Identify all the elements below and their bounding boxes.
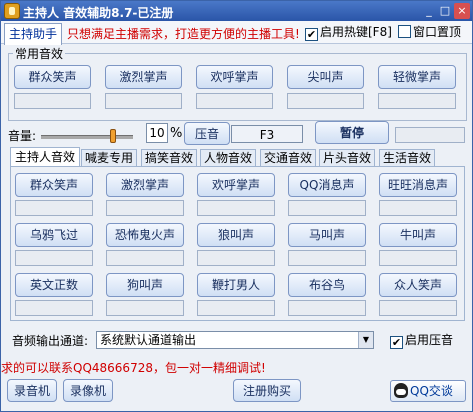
sound-hotkey-field[interactable] xyxy=(288,200,366,216)
chevron-down-icon[interactable]: ▼ xyxy=(358,332,373,348)
sound-hotkey-field[interactable] xyxy=(106,250,184,266)
sound-btn[interactable]: 欢呼掌声 xyxy=(197,173,275,197)
sound-hotkey-field[interactable] xyxy=(15,250,93,266)
close-icon[interactable]: × xyxy=(454,3,470,19)
volume-slider-track[interactable] xyxy=(41,135,133,139)
sound-btn[interactable]: QQ消息声 xyxy=(288,173,366,197)
common-btn-2[interactable]: 激烈掌声 xyxy=(105,65,182,89)
hotkey-toggle[interactable]: ✔ 启用热键[F8] xyxy=(305,24,392,41)
hotkey-checkbox[interactable]: ✔ xyxy=(305,28,318,41)
qq-icon xyxy=(394,383,408,398)
tab-host-sounds[interactable]: 主持人音效 xyxy=(10,147,80,167)
sound-hotkey-field[interactable] xyxy=(15,300,93,316)
common-hotkey-field[interactable] xyxy=(105,93,182,109)
common-btn-3[interactable]: 欢呼掌声 xyxy=(196,65,273,89)
sound-btn[interactable]: 旺旺消息声 xyxy=(379,173,457,197)
minimize-icon[interactable]: _ xyxy=(421,3,437,19)
volume-slider-thumb[interactable] xyxy=(109,129,116,143)
sound-hotkey-field[interactable] xyxy=(379,250,457,266)
tab-intro-sounds[interactable]: 片头音效 xyxy=(319,149,375,167)
hotkey-label: 启用热键[F8] xyxy=(320,25,392,39)
sound-hotkey-field[interactable] xyxy=(106,300,184,316)
ontop-label: 窗口置顶 xyxy=(413,25,462,39)
window-title: 主持人 音效辅助8.7-已注册 xyxy=(23,6,174,20)
volume-label: 音量: xyxy=(8,129,37,143)
volume-value-input[interactable]: 10 xyxy=(146,123,168,143)
tab-host-assistant[interactable]: 主持助手 xyxy=(4,23,62,45)
sound-hotkey-field[interactable] xyxy=(197,250,275,266)
app-icon xyxy=(4,3,20,19)
pause-button[interactable]: 暂停 xyxy=(315,121,389,144)
compress-toggle[interactable]: ✔ 启用压音 xyxy=(390,332,454,349)
common-btn-4[interactable]: 尖叫声 xyxy=(287,65,364,89)
common-btn-5[interactable]: 轻微掌声 xyxy=(378,65,456,89)
common-hotkey-field[interactable] xyxy=(14,93,91,109)
compress-checkbox[interactable]: ✔ xyxy=(390,336,403,349)
tab-traffic-sounds[interactable]: 交通音效 xyxy=(260,149,316,167)
maximize-icon[interactable]: □ xyxy=(437,3,453,19)
camera-button[interactable]: 录像机 xyxy=(63,379,113,402)
sound-btn[interactable]: 布谷鸟 xyxy=(288,273,366,297)
common-hotkey-field[interactable] xyxy=(378,93,456,109)
compress-hotkey-field[interactable]: F3 xyxy=(231,125,303,143)
sound-hotkey-field[interactable] xyxy=(379,300,457,316)
sound-hotkey-field[interactable] xyxy=(379,200,457,216)
sound-btn[interactable]: 马叫声 xyxy=(288,223,366,247)
volume-unit: % xyxy=(170,126,183,141)
sound-hotkey-field[interactable] xyxy=(288,300,366,316)
sound-btn[interactable]: 英文正数 xyxy=(15,273,93,297)
title-bar[interactable]: 主持人 音效辅助8.7-已注册 _ □ × xyxy=(1,1,472,21)
sound-hotkey-field[interactable] xyxy=(15,200,93,216)
sound-btn[interactable]: 乌鸦飞过 xyxy=(15,223,93,247)
ontop-toggle[interactable]: 窗口置顶 xyxy=(398,24,461,40)
sound-btn[interactable]: 恐怖鬼火声 xyxy=(106,223,184,247)
compress-button[interactable]: 压音 xyxy=(184,122,230,145)
sound-btn[interactable]: 群众笑声 xyxy=(15,173,93,197)
sound-btn[interactable]: 激烈掌声 xyxy=(106,173,184,197)
sound-btn[interactable]: 牛叫声 xyxy=(379,223,457,247)
pause-hotkey-field[interactable] xyxy=(395,127,465,143)
sound-btn[interactable]: 众人笑声 xyxy=(379,273,457,297)
sound-hotkey-field[interactable] xyxy=(106,200,184,216)
common-hotkey-field[interactable] xyxy=(196,93,273,109)
qq-chat-button[interactable]: QQ交谈 xyxy=(390,380,466,402)
compress-toggle-label: 启用压音 xyxy=(405,333,454,347)
tab-people-sounds[interactable]: 人物音效 xyxy=(200,149,256,167)
sound-btn[interactable]: 狼叫声 xyxy=(197,223,275,247)
tab-life-sounds[interactable]: 生活音效 xyxy=(379,149,435,167)
common-hotkey-field[interactable] xyxy=(287,93,364,109)
sound-hotkey-field[interactable] xyxy=(197,200,275,216)
output-select[interactable]: 系统默认通道输出 ▼ xyxy=(96,331,374,349)
tab-mc-sounds[interactable]: 喊麦专用 xyxy=(81,149,137,167)
sound-btn[interactable]: 鞭打男人 xyxy=(197,273,275,297)
common-sounds-title: 常用音效 xyxy=(13,45,66,62)
contact-text: 求的可以联系QQ48666728，包一对一精细调试! xyxy=(1,361,266,375)
sound-hotkey-field[interactable] xyxy=(288,250,366,266)
ontop-checkbox[interactable] xyxy=(398,25,411,38)
sound-btn[interactable]: 狗叫声 xyxy=(106,273,184,297)
register-button[interactable]: 注册购买 xyxy=(233,379,301,402)
sound-hotkey-field[interactable] xyxy=(197,300,275,316)
main-window: 主持人 音效辅助8.7-已注册 _ □ × 主持助手 只想满足主播需求，打造更方… xyxy=(0,0,473,412)
qq-chat-label: QQ交谈 xyxy=(410,384,453,398)
recorder-button[interactable]: 录音机 xyxy=(7,379,57,402)
output-selected-value: 系统默认通道输出 xyxy=(100,333,197,347)
output-label: 音频输出通道: xyxy=(12,334,89,348)
common-btn-1[interactable]: 群众笑声 xyxy=(14,65,91,89)
tab-funny-sounds[interactable]: 搞笑音效 xyxy=(141,149,197,167)
slogan-text: 只想满足主播需求，打造更方便的主播工具! xyxy=(67,27,300,41)
